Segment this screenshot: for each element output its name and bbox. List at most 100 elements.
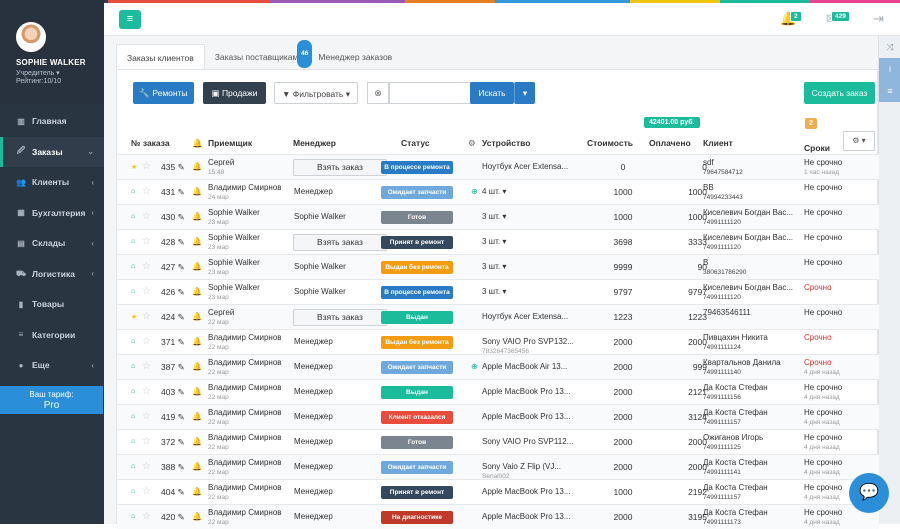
client-cell[interactable]: Да Коста Стефан 74991111156 [703, 383, 768, 403]
tariff-badge[interactable]: Ваш тариф: Pro [0, 386, 103, 414]
order-number-link[interactable]: 428 ✎ [161, 237, 185, 248]
client-cell[interactable]: Да Коста Стефан 74991111173 [703, 508, 768, 528]
sidebar-item-2[interactable]: 👥 Клиенты ‹ [0, 167, 104, 198]
col-client[interactable]: Клиент [703, 138, 733, 148]
sidebar-item-8[interactable]: ● Еще ‹ [0, 350, 104, 381]
star-icon[interactable]: ☆ [142, 461, 151, 472]
bell-icon[interactable]: 🔔 [192, 387, 202, 396]
status-badge[interactable]: Принят в ремонт [381, 236, 453, 249]
order-number-link[interactable]: 427 ✎ [161, 262, 185, 273]
sales-button[interactable]: ▣ Продажи [203, 82, 266, 104]
client-cell[interactable]: Да Коста Стефан 74991111157 [703, 483, 768, 503]
edit-icon[interactable]: ✎ [178, 437, 185, 447]
menu-toggle-button[interactable]: ≡ [119, 10, 141, 29]
clear-search-icon[interactable]: ⊗ [367, 82, 389, 104]
tab-supplier-orders[interactable]: Заказы поставщикам 46 [205, 40, 313, 70]
edit-icon[interactable]: ✎ [178, 337, 185, 347]
status-badge[interactable]: Ожидает запчасти [381, 461, 453, 474]
bell-icon[interactable]: 🔔 [192, 162, 202, 171]
edit-icon[interactable]: ✎ [178, 287, 185, 297]
order-number-link[interactable]: 424 ✎ [161, 312, 185, 323]
edit-icon[interactable]: ✎ [178, 512, 185, 522]
order-number-link[interactable]: 372 ✎ [161, 437, 185, 448]
edit-icon[interactable]: ✎ [178, 362, 185, 372]
info-icon[interactable]: i [879, 58, 900, 80]
bell-icon[interactable]: 🔔 [192, 337, 202, 346]
edit-icon[interactable]: ✎ [178, 262, 185, 272]
table-row[interactable]: ★ ☆ 435 ✎ 🔔 Сергей 15:48 Взять заказ В процессе… [117, 154, 879, 179]
sidebar-item-4[interactable]: ▤ Склады ‹ [0, 228, 104, 259]
table-row[interactable]: ⌂ ☆ 372 ✎ 🔔 Владимир Смирнов 22 мар Менеджер Го… [117, 429, 879, 454]
col-num[interactable]: № заказа [131, 138, 170, 148]
avatar[interactable] [16, 22, 46, 52]
table-row[interactable]: ⌂ ☆ 403 ✎ 🔔 Владимир Смирнов 22 мар Менеджер Вы… [117, 379, 879, 404]
bell-icon[interactable]: 🔔 [192, 287, 202, 296]
search-dropdown-button[interactable]: ▾ [514, 82, 535, 104]
star-icon[interactable]: ☆ [142, 211, 151, 222]
client-cell[interactable]: Киселевич Богдан Вас... 74991111120 [703, 233, 793, 253]
logout-icon[interactable]: ⇥ [873, 11, 884, 27]
client-cell[interactable]: Пивцахин Никита 74991111124 [703, 333, 768, 353]
client-cell[interactable]: Да Коста Стефан 74991111141 [703, 458, 768, 478]
bell-icon[interactable]: 🔔 [192, 312, 202, 321]
edit-icon[interactable]: ✎ [178, 187, 185, 197]
sliders-icon[interactable]: ≡ [879, 80, 900, 102]
add-part-icon[interactable]: ⊕ [471, 187, 478, 196]
client-cell[interactable]: sdf 79647584712 [703, 158, 743, 178]
take-order-button[interactable]: Взять заказ [293, 159, 387, 176]
star-icon[interactable]: ☆ [142, 336, 151, 347]
edit-icon[interactable]: ✎ [178, 387, 185, 397]
order-number-link[interactable]: 403 ✎ [161, 387, 185, 398]
edit-icon[interactable]: ✎ [178, 212, 185, 222]
bell-icon[interactable]: 🔔 [192, 437, 202, 446]
take-order-button[interactable]: Взять заказ [293, 309, 387, 326]
device-cell[interactable]: 3 шт. ▾ [482, 262, 506, 272]
table-row[interactable]: ⌂ ☆ 428 ✎ 🔔 Sophie Walker 23 мар Взять заказ Пр… [117, 229, 879, 254]
table-row[interactable]: ⌂ ☆ 420 ✎ 🔔 Владимир Смирнов 22 мар Менеджер На… [117, 504, 879, 529]
col-cost[interactable]: Стоимость [587, 138, 633, 148]
col-gear-icon[interactable]: ⚙ [468, 138, 476, 149]
add-part-icon[interactable]: ⊕ [471, 362, 478, 371]
order-number-link[interactable]: 435 ✎ [161, 162, 185, 173]
table-row[interactable]: ⌂ ☆ 426 ✎ 🔔 Sophie Walker 23 мар Sophie Walker… [117, 279, 879, 304]
status-badge[interactable]: Выдан [381, 386, 453, 399]
status-badge[interactable]: Выдан без ремонта [381, 336, 453, 349]
status-badge[interactable]: Ожидает запчасти [381, 186, 453, 199]
star-icon[interactable]: ☆ [142, 361, 151, 372]
status-badge[interactable]: На диагностике [381, 511, 453, 524]
star-icon[interactable]: ☆ [142, 236, 151, 247]
table-row[interactable]: ⌂ ☆ 387 ✎ 🔔 Владимир Смирнов 22 мар Менеджер Ож… [117, 354, 879, 379]
status-badge[interactable]: Клиент отказался [381, 411, 453, 424]
table-row[interactable]: ⌂ ☆ 404 ✎ 🔔 Владимир Смирнов 22 мар Менеджер Пр… [117, 479, 879, 504]
order-number-link[interactable]: 426 ✎ [161, 287, 185, 298]
status-badge[interactable]: В процессе ремонта [381, 161, 453, 174]
client-cell[interactable]: Киселевич Богдан Вас... 74991111120 [703, 208, 793, 228]
edit-icon[interactable]: ✎ [178, 312, 185, 322]
chat-button[interactable]: 💬 [849, 473, 889, 513]
star-icon[interactable]: ☆ [142, 311, 151, 322]
sidebar-item-1[interactable]: 🖉 Заказы ⌄ [0, 136, 104, 167]
order-number-link[interactable]: 430 ✎ [161, 212, 185, 223]
col-due[interactable]: Сроки [804, 143, 830, 153]
filter-button[interactable]: ▼ Фильтровать ▾ [274, 82, 358, 104]
star-icon[interactable]: ☆ [142, 411, 151, 422]
device-cell[interactable]: Apple MacBook Pro 13... [482, 412, 571, 422]
star-icon[interactable]: ☆ [142, 386, 151, 397]
table-row[interactable]: ⌂ ☆ 371 ✎ 🔔 Владимир Смирнов 22 мар Менеджер Вы… [117, 329, 879, 355]
bell-icon[interactable]: 🔔 [192, 362, 202, 371]
sidebar-item-6[interactable]: ▮ Товары [0, 289, 104, 320]
device-cell[interactable]: 3 шт. ▾ [482, 237, 506, 247]
bell-icon[interactable]: 🔔 [192, 462, 202, 471]
table-row[interactable]: ⌂ ☆ 431 ✎ 🔔 Владимир Смирнов 24 мар Менеджер Ож… [117, 179, 879, 204]
shuffle-icon[interactable]: ⤨ [879, 36, 900, 58]
bell-icon[interactable]: 🔔 [192, 237, 202, 246]
bell-icon[interactable]: 🔔 [192, 262, 202, 271]
bell-icon[interactable]: 🔔 [192, 412, 202, 421]
repairs-button[interactable]: 🔧 Ремонты [133, 82, 194, 104]
create-order-button[interactable]: Создать заказ [804, 82, 875, 104]
table-row[interactable]: ⌂ ☆ 388 ✎ 🔔 Владимир Смирнов 22 мар Менеджер Ож… [117, 454, 879, 480]
client-cell[interactable]: Киселевич Богдан Вас... 74991111120 [703, 283, 793, 303]
client-cell[interactable]: 79463546111 [703, 308, 751, 318]
status-badge[interactable]: Выдан [381, 311, 453, 324]
search-input[interactable] [389, 82, 471, 104]
